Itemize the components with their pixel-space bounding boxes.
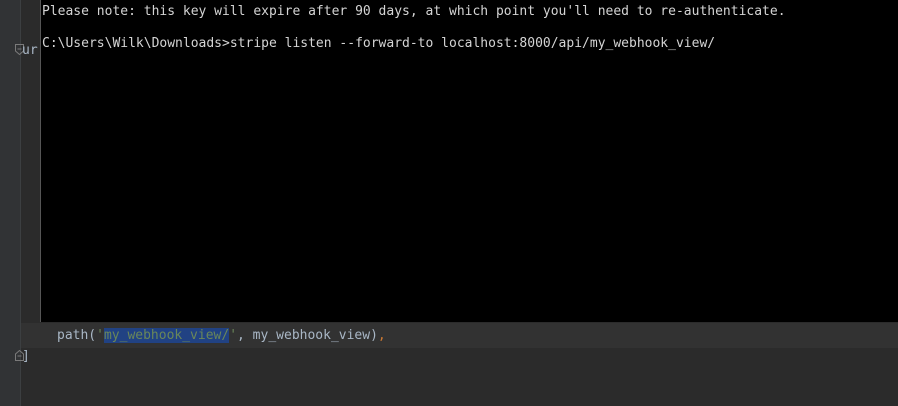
terminal-line-command[interactable]: C:\Users\Wilk\Downloads>stripe listen --… — [42, 36, 715, 52]
terminal-line-note: Please note: this key will expire after … — [42, 4, 786, 19]
editor-gutter — [0, 0, 20, 406]
code-line-path-call[interactable]: path('my_webhook_view/', my_webhook_view… — [57, 328, 386, 344]
terminal-panel[interactable]: Please note: this key will expire after … — [40, 0, 898, 322]
path-call-middle: , my_webhook_view) — [237, 328, 378, 343]
string-quote-open: ' — [96, 328, 104, 343]
string-quote-close: ' — [229, 328, 238, 343]
closing-bracket: ] — [22, 349, 30, 364]
selected-string-arg[interactable]: my_webhook_view/ — [103, 328, 230, 343]
code-fragment-urlpatterns[interactable]: ur — [22, 43, 38, 59]
trailing-comma: , — [377, 328, 386, 343]
path-call-prefix: path( — [57, 328, 97, 343]
